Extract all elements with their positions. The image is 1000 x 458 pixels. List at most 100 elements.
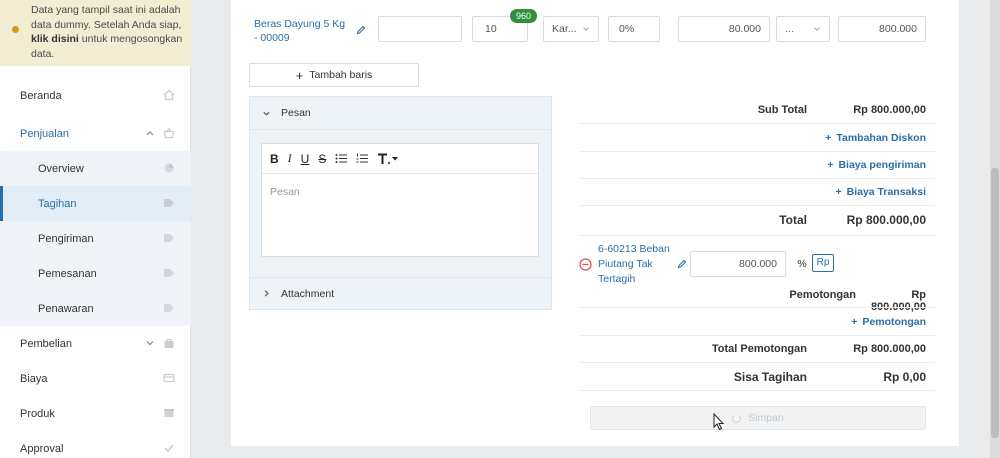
add-discount-link[interactable]: + Tambahan Diskon: [825, 132, 926, 144]
deduction-value: Rp 800.000,00: [870, 289, 926, 313]
save-button[interactable]: Simpan: [590, 406, 926, 430]
divider: [580, 178, 935, 179]
message-editor[interactable]: B I U S Pesan: [261, 143, 539, 257]
add-row-button[interactable]: + Tambah baris: [249, 63, 419, 87]
add-transaction-fee-label: Biaya Transaksi: [846, 186, 926, 198]
chevron-down-icon: [146, 341, 154, 346]
sidebar-item-label: Biaya: [20, 372, 48, 385]
add-discount-label: Tambahan Diskon: [836, 132, 926, 144]
plus-icon: +: [825, 132, 832, 144]
chevron-right-icon: [264, 290, 269, 297]
scrollbar-thumb[interactable]: [991, 168, 999, 438]
sidebar-item-beranda[interactable]: Beranda: [0, 78, 191, 113]
chevron-down-icon: [583, 27, 589, 31]
product-link[interactable]: Beras Dayung 5 Kg - 00009: [254, 17, 350, 45]
sidebar-item-biaya[interactable]: Biaya: [0, 361, 191, 396]
remove-circle-icon[interactable]: [579, 258, 592, 271]
sidebar-item-pemesanan[interactable]: Pemesanan: [0, 256, 191, 291]
chevron-down-icon: [814, 27, 820, 31]
pie-icon: [164, 163, 174, 173]
deduction-amount-input[interactable]: 800.000: [690, 251, 786, 277]
divider: [580, 335, 935, 336]
tag-icon: [164, 199, 174, 207]
scrollbar[interactable]: [990, 0, 1000, 458]
divider: [580, 235, 935, 236]
plus-icon: +: [835, 186, 842, 198]
sidebar-item-label: Penawaran: [38, 302, 94, 315]
sidebar-item-label: Overview: [38, 162, 84, 175]
add-shipping-label: Biaya pengiriman: [838, 159, 926, 171]
card-icon: [163, 373, 175, 383]
price-input[interactable]: 80.000: [678, 16, 770, 42]
sidebar-item-tagihan[interactable]: Tagihan: [0, 186, 191, 221]
unit-select[interactable]: Kar...: [543, 16, 599, 42]
divider: [580, 205, 935, 206]
bold-button[interactable]: B: [270, 152, 279, 166]
tag-icon: [164, 304, 174, 312]
warning-dot-icon: [12, 26, 19, 33]
sidebar-item-overview[interactable]: Overview: [0, 151, 191, 186]
divider: [580, 123, 935, 124]
sidebar-item-label: Produk: [20, 407, 55, 420]
subtotal-label: Sub Total: [757, 104, 807, 116]
italic-button[interactable]: I: [288, 151, 292, 166]
edit-pencil-icon[interactable]: [356, 25, 366, 35]
bullet-list-icon[interactable]: [335, 153, 348, 164]
total-deduction-value: Rp 800.000,00: [853, 343, 926, 355]
underline-button[interactable]: U: [301, 152, 310, 166]
tax-value: ...: [785, 23, 794, 35]
add-row-label: Tambah baris: [309, 69, 373, 81]
editor-toolbar: B I U S: [262, 144, 538, 174]
total-value: Rp 800.000,00: [846, 213, 926, 227]
loading-spinner-icon: [732, 413, 742, 423]
percent-toggle[interactable]: %: [795, 256, 809, 272]
text-size-icon[interactable]: [377, 153, 399, 165]
sidebar-item-pembelian[interactable]: Pembelian: [0, 326, 191, 361]
strikethrough-button[interactable]: S: [318, 152, 326, 166]
divider: [580, 390, 935, 391]
sidebar-item-label: Pembelian: [20, 337, 72, 350]
check-icon: [164, 444, 174, 453]
sidebar-item-pengiriman[interactable]: Pengiriman: [0, 221, 191, 256]
divider: [580, 151, 935, 152]
home-icon: [163, 89, 175, 101]
sidebar-item-approval[interactable]: Approval: [0, 431, 191, 458]
message-panel-header[interactable]: Pesan: [249, 96, 552, 130]
numbered-list-icon[interactable]: [356, 153, 369, 164]
subtotal-value: Rp 800.000,00: [853, 104, 926, 116]
description-input[interactable]: [378, 16, 462, 42]
sidebar-item-label: Tagihan: [38, 197, 77, 210]
remaining-value: Rp 0,00: [883, 370, 926, 384]
sidebar-item-penawaran[interactable]: Penawaran: [0, 291, 191, 326]
save-label: Simpan: [748, 412, 784, 424]
edit-pencil-icon[interactable]: [677, 259, 687, 269]
add-transaction-fee-link[interactable]: + Biaya Transaksi: [835, 186, 926, 198]
sidebar-item-label: Beranda: [20, 89, 62, 102]
attachment-panel-header[interactable]: Attachment: [249, 277, 552, 310]
tag-icon: [164, 234, 174, 242]
sidebar-item-label: Approval: [20, 442, 64, 455]
message-placeholder: Pesan: [270, 186, 300, 198]
unit-value: Kar...: [552, 23, 577, 35]
clear-data-link[interactable]: klik disini: [31, 33, 79, 45]
total-deduction-label: Total Pemotongan: [711, 343, 807, 355]
plus-icon: +: [295, 67, 304, 83]
sidebar-item-label: Penjualan: [20, 127, 69, 140]
rp-toggle[interactable]: Rp: [812, 254, 834, 272]
add-deduction-link[interactable]: + Pemotongan: [851, 316, 926, 328]
sidebar-item-penjualan[interactable]: Penjualan: [0, 116, 191, 151]
remaining-label: Sisa Tagihan: [733, 370, 807, 384]
deduction-account-link[interactable]: 6-60213 Beban Piutang Tak Tertagih: [598, 242, 670, 287]
divider: [580, 362, 935, 363]
plus-icon: +: [851, 316, 858, 328]
tax-select[interactable]: ...: [776, 16, 830, 42]
add-shipping-link[interactable]: + Biaya pengiriman: [827, 159, 926, 171]
amount-input[interactable]: 800.000: [838, 16, 926, 42]
sidebar-item-produk[interactable]: Produk: [0, 396, 191, 431]
deduction-label: Pemotongan: [789, 289, 856, 301]
sidebar: Data yang tampil saat ini adalah data du…: [0, 0, 191, 458]
basket-icon: [163, 127, 175, 139]
stock-badge: 960: [510, 9, 538, 23]
attachment-panel-title: Attachment: [281, 287, 335, 300]
discount-input[interactable]: 0%: [608, 16, 660, 42]
